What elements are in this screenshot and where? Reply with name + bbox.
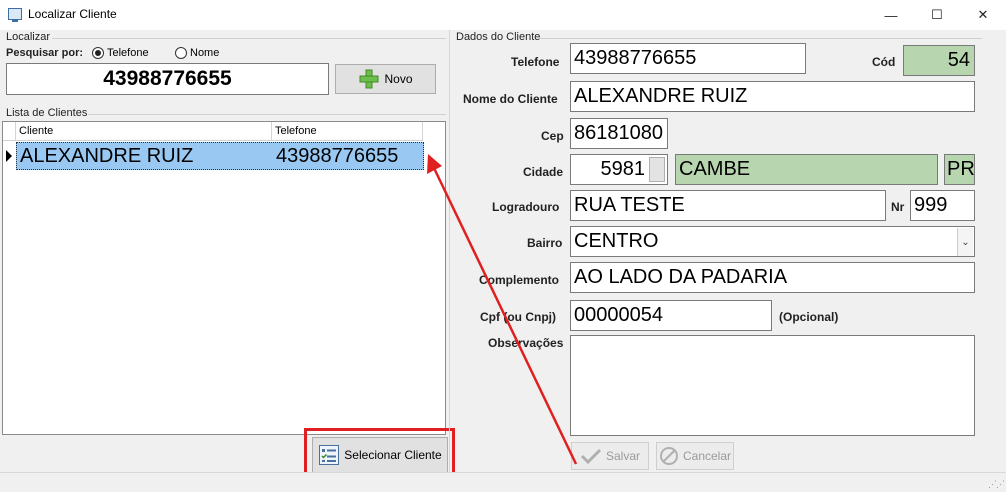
resize-grip-icon[interactable]: ⋰⋰ — [988, 479, 1005, 490]
annotation-arrow — [427, 154, 578, 465]
status-bar: ⋰⋰ — [0, 472, 1006, 492]
annotation-arrow-line — [432, 167, 578, 465]
